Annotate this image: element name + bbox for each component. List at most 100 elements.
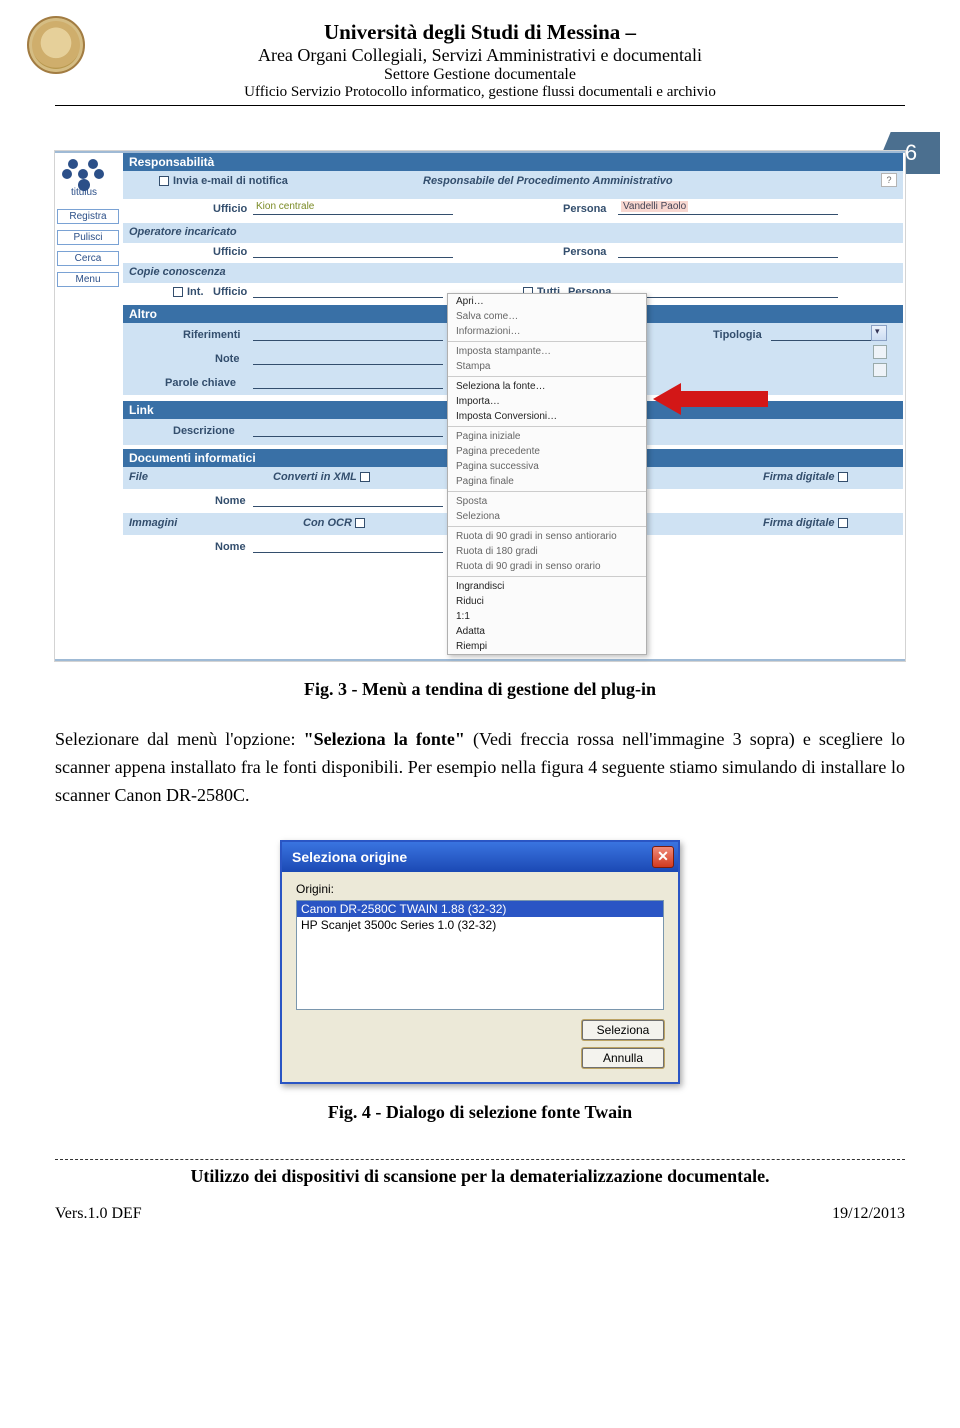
close-icon: ✕ bbox=[657, 848, 669, 865]
university-seal-icon bbox=[27, 16, 85, 74]
row-operatore bbox=[123, 223, 903, 243]
field-ufficio-2[interactable] bbox=[253, 244, 453, 258]
header-line-4: Ufficio Servizio Protocollo informatico,… bbox=[55, 84, 905, 101]
field-parole[interactable] bbox=[253, 375, 443, 389]
menu-item[interactable]: Ruota di 90 gradi in senso antiorario bbox=[448, 529, 646, 544]
label-ufficio-3: Ufficio bbox=[213, 286, 247, 298]
field-tipologia[interactable] bbox=[771, 327, 871, 341]
label-parole: Parole chiave bbox=[165, 377, 236, 389]
menu-item[interactable]: Riempi bbox=[448, 639, 646, 654]
label-copie: Copie conoscenza bbox=[129, 266, 226, 278]
label-ufficio-2: Ufficio bbox=[213, 246, 247, 258]
menu-item-seleziona-fonte[interactable]: Seleziona la fonte… bbox=[448, 379, 646, 394]
note-scroll-up-icon[interactable] bbox=[873, 345, 887, 359]
note-scroll-down-icon[interactable] bbox=[873, 363, 887, 377]
label-rpa: Responsabile del Procedimento Amministra… bbox=[423, 175, 673, 187]
plugin-context-menu[interactable]: Apri… Salva come… Informazioni… Imposta … bbox=[447, 293, 647, 655]
menu-item[interactable]: Pagina successiva bbox=[448, 459, 646, 474]
chk-notifica[interactable]: Invia e-mail di notifica bbox=[159, 175, 288, 187]
header-line-3: Settore Gestione documentale bbox=[55, 66, 905, 84]
label-tipologia: Tipologia bbox=[713, 329, 762, 341]
header-line-2: Area Organi Collegiali, Servizi Amminist… bbox=[55, 45, 905, 66]
chk-firma-2[interactable]: Firma digitale bbox=[763, 517, 852, 529]
figure-4-caption: Fig. 4 - Dialogo di selezione fonte Twai… bbox=[55, 1102, 905, 1123]
menu-item[interactable]: Apri… bbox=[448, 294, 646, 309]
dialog-close-button[interactable]: ✕ bbox=[652, 846, 674, 868]
field-ufficio-3[interactable] bbox=[253, 284, 443, 298]
footer-title: Utilizzo dei dispositivi di scansione pe… bbox=[55, 1166, 905, 1187]
chk-int[interactable]: Int. bbox=[173, 286, 204, 298]
sidebar-button-registra[interactable]: Registra bbox=[57, 209, 119, 224]
menu-item[interactable]: Pagina precedente bbox=[448, 444, 646, 459]
footer-separator bbox=[55, 1159, 905, 1160]
list-item[interactable]: HP Scanjet 3500c Series 1.0 (32-32) bbox=[297, 917, 663, 933]
menu-item[interactable]: Stampa bbox=[448, 359, 646, 374]
seleziona-button[interactable]: Seleziona bbox=[582, 1020, 664, 1040]
sidebar-button-pulisci[interactable]: Pulisci bbox=[57, 230, 119, 245]
chk-xml[interactable]: Converti in XML bbox=[273, 471, 374, 483]
value-persona-1: Vandelli Paolo bbox=[621, 201, 688, 212]
chk-ocr[interactable]: Con OCR bbox=[303, 517, 369, 529]
body-paragraph: Selezionare dal menù l'opzione: "Selezio… bbox=[55, 726, 905, 810]
menu-item[interactable]: Riduci bbox=[448, 594, 646, 609]
titulus-logo: titulus bbox=[57, 159, 111, 203]
field-descrizione[interactable] bbox=[253, 423, 443, 437]
field-persona-3[interactable] bbox=[623, 284, 838, 298]
bold-seleziona-fonte: "Seleziona la fonte" bbox=[304, 729, 465, 749]
menu-item[interactable]: Salva come… bbox=[448, 309, 646, 324]
page-number: 6 bbox=[905, 140, 917, 166]
section-responsabilita-title: Responsabilità bbox=[123, 153, 903, 171]
row-copie bbox=[123, 263, 903, 283]
field-nome-1[interactable] bbox=[253, 493, 443, 507]
label-nome-1: Nome bbox=[215, 495, 246, 507]
label-persona-2: Persona bbox=[563, 246, 606, 258]
footer-version: Vers.1.0 DEF bbox=[55, 1205, 142, 1223]
header-line-1: Università degli Studi di Messina – bbox=[55, 20, 905, 45]
menu-item[interactable]: Adatta bbox=[448, 624, 646, 639]
dialog-titlebar: Seleziona origine ✕ bbox=[282, 842, 678, 872]
header-rule bbox=[55, 105, 905, 106]
menu-item[interactable]: Ingrandisci bbox=[448, 579, 646, 594]
field-nome-2[interactable] bbox=[253, 539, 443, 553]
value-ufficio-1: Kion centrale bbox=[256, 201, 314, 212]
sidebar-button-menu[interactable]: Menu bbox=[57, 272, 119, 287]
dialog-title: Seleziona origine bbox=[292, 849, 407, 865]
label-descrizione: Descrizione bbox=[173, 425, 235, 437]
sidebar-button-cerca[interactable]: Cerca bbox=[57, 251, 119, 266]
label-immagini: Immagini bbox=[129, 517, 177, 529]
label-file: File bbox=[129, 471, 148, 483]
menu-item[interactable]: Ruota di 180 gradi bbox=[448, 544, 646, 559]
screenshot-titulus-form: titulus Registra Pulisci Cerca Menu Resp… bbox=[55, 151, 905, 661]
menu-item[interactable]: Ruota di 90 gradi in senso orario bbox=[448, 559, 646, 574]
menu-item[interactable]: Sposta bbox=[448, 494, 646, 509]
figure-3-caption: Fig. 3 - Menù a tendina di gestione del … bbox=[55, 679, 905, 700]
red-arrow-annotation-icon bbox=[653, 383, 768, 415]
menu-item[interactable]: Imposta Conversioni… bbox=[448, 409, 646, 424]
label-nome-2: Nome bbox=[215, 541, 246, 553]
label-riferimenti: Riferimenti bbox=[183, 329, 240, 341]
label-persona-1: Persona bbox=[563, 203, 606, 215]
list-item[interactable]: Canon DR-2580C TWAIN 1.88 (32-32) bbox=[297, 901, 663, 917]
menu-item[interactable]: Informazioni… bbox=[448, 324, 646, 339]
annulla-button[interactable]: Annulla bbox=[582, 1048, 664, 1068]
field-note[interactable] bbox=[253, 351, 443, 365]
field-riferimenti[interactable] bbox=[253, 327, 443, 341]
menu-item[interactable]: Seleziona bbox=[448, 509, 646, 524]
label-operatore: Operatore incaricato bbox=[129, 226, 237, 238]
menu-item[interactable]: Importa… bbox=[448, 394, 646, 409]
chk-firma-1[interactable]: Firma digitale bbox=[763, 471, 852, 483]
menu-item[interactable]: 1:1 bbox=[448, 609, 646, 624]
tipologia-dropdown-icon[interactable] bbox=[871, 325, 887, 341]
menu-item[interactable]: Pagina iniziale bbox=[448, 429, 646, 444]
label-note: Note bbox=[215, 353, 239, 365]
field-persona-2[interactable] bbox=[618, 244, 838, 258]
label-origini: Origini: bbox=[296, 882, 664, 896]
footer-date: 19/12/2013 bbox=[832, 1205, 905, 1223]
help-icon[interactable]: ? bbox=[881, 173, 897, 187]
screenshot-seleziona-origine-dialog: Seleziona origine ✕ Origini: Canon DR-25… bbox=[280, 840, 680, 1084]
document-header: Università degli Studi di Messina – Area… bbox=[55, 20, 905, 106]
origins-listbox[interactable]: Canon DR-2580C TWAIN 1.88 (32-32) HP Sca… bbox=[296, 900, 664, 1010]
menu-item[interactable]: Imposta stampante… bbox=[448, 344, 646, 359]
label-ufficio-1: Ufficio bbox=[213, 203, 247, 215]
menu-item[interactable]: Pagina finale bbox=[448, 474, 646, 489]
